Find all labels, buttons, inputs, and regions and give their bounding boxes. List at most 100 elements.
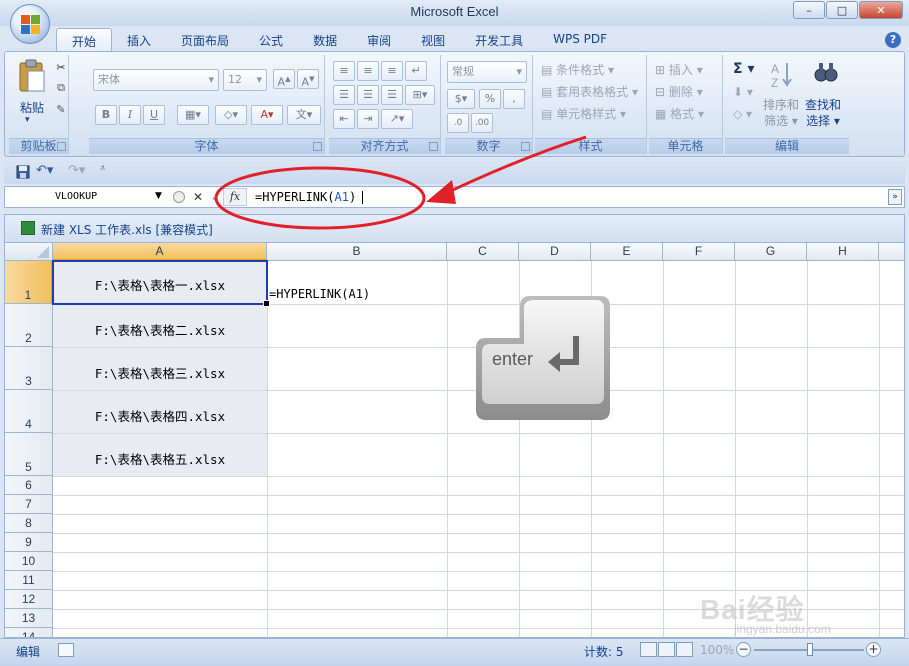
zoom-out-button[interactable]: − [736,642,751,657]
font-color-icon[interactable]: A▾ [251,105,283,125]
cell-a1[interactable]: F:\表格\表格一.xlsx [53,261,267,304]
align-center-icon[interactable]: ☰ [357,85,379,105]
cell-a3[interactable]: F:\表格\表格三.xlsx [53,347,267,390]
tab-page-layout[interactable]: 页面布局 [166,28,244,52]
insert-function-button[interactable]: fx [223,188,247,206]
fill-icon[interactable]: ⬇ ▾ [733,85,753,99]
number-launcher-icon[interactable] [521,142,530,151]
cell-styles-button[interactable]: ▤ 单元格样式 ▾ [541,105,626,122]
cell-b1[interactable]: =HYPERLINK(A1) [269,287,370,301]
office-button[interactable] [10,4,50,44]
italic-button[interactable]: I [119,105,141,125]
redo-icon[interactable]: ↷▾ [68,163,85,178]
cut-icon[interactable]: ✂ [53,61,69,77]
cancel-icon[interactable]: ✕ [193,190,203,204]
font-size-select[interactable]: 12 ▾ [223,69,267,91]
bold-button[interactable]: B [95,105,117,125]
align-right-icon[interactable]: ☰ [381,85,403,105]
row-header-4[interactable]: 4 [5,390,53,433]
row-header-11[interactable]: 11 [5,571,53,590]
comma-button[interactable]: , [503,89,525,109]
phonetic-icon[interactable]: 文▾ [287,105,321,125]
column-header-d[interactable]: D [519,243,591,261]
font-launcher-icon[interactable] [313,142,322,151]
decrease-decimal-button[interactable]: .00 [471,113,493,133]
orientation-icon[interactable]: ↗▾ [381,109,413,129]
row-header-10[interactable]: 10 [5,552,53,571]
clear-icon[interactable]: ◇ ▾ [733,107,752,121]
borders-icon[interactable]: ▦▾ [177,105,209,125]
decrease-indent-icon[interactable]: ⇤ [333,109,355,129]
conditional-format-button[interactable]: ▤ 条件格式 ▾ [541,61,614,78]
page-break-view-icon[interactable] [676,642,693,657]
underline-button[interactable]: U [143,105,165,125]
column-header-e[interactable]: E [591,243,663,261]
zoom-slider-thumb[interactable] [807,643,813,656]
alignment-launcher-icon[interactable] [429,142,438,151]
font-name-select[interactable]: 宋体 ▾ [93,69,219,91]
row-header-13[interactable]: 13 [5,609,53,628]
tab-wps-pdf[interactable]: WPS PDF [538,28,622,52]
customize-qat-icon[interactable]: ⩡ [100,163,106,174]
row-header-8[interactable]: 8 [5,514,53,533]
delete-cells-button[interactable]: ⊟ 删除 ▾ [655,83,703,100]
column-header-b[interactable]: B [267,243,447,261]
align-left-icon[interactable]: ☰ [333,85,355,105]
number-format-select[interactable]: 常规 ▾ [447,61,527,83]
format-cells-button[interactable]: ▦ 格式 ▾ [655,105,704,122]
insert-cells-button[interactable]: ⊞ 插入 ▾ [655,61,703,78]
macro-record-icon[interactable] [58,643,74,657]
clipboard-launcher-icon[interactable] [57,142,66,151]
row-header-12[interactable]: 12 [5,590,53,609]
row-header-7[interactable]: 7 [5,495,53,514]
tab-developer[interactable]: 开发工具 [460,28,538,52]
column-header-c[interactable]: C [447,243,519,261]
copy-icon[interactable]: ⧉ [53,81,69,97]
row-header-5[interactable]: 5 [5,433,53,476]
column-header-i[interactable] [879,243,904,261]
autosum-button[interactable]: Σ ▾ [733,61,754,77]
format-painter-icon[interactable]: ✎ [53,103,69,119]
name-box[interactable]: VLOOKUP [7,188,169,206]
worksheet-grid[interactable]: A B C D E F G H 1 2 3 4 5 6 7 8 9 10 11 … [4,242,905,638]
formula-options-icon[interactable] [173,191,185,203]
align-top-icon[interactable]: ≡ [333,61,355,81]
sort-filter-icon[interactable]: A Z [769,59,797,89]
tab-review[interactable]: 审阅 [352,28,406,52]
column-header-a[interactable]: A [53,243,267,261]
undo-icon[interactable]: ↶▾ [36,163,53,178]
enter-check-icon[interactable]: ✓ [211,190,221,204]
name-box-dropdown-icon[interactable]: ▼ [155,191,162,201]
row-header-1[interactable]: 1 [5,261,53,304]
wrap-text-icon[interactable]: ↵ [405,61,427,81]
format-as-table-button[interactable]: ▤ 套用表格格式 ▾ [541,83,638,100]
fill-color-icon[interactable]: ◇▾ [215,105,247,125]
normal-view-icon[interactable] [640,642,657,657]
row-header-9[interactable]: 9 [5,533,53,552]
formula-input[interactable]: =HYPERLINK(A1) [255,188,364,206]
cell-a4[interactable]: F:\表格\表格四.xlsx [53,390,267,433]
help-icon[interactable]: ? [885,32,901,48]
expand-formula-bar-button[interactable]: » [888,189,902,205]
save-icon[interactable] [16,165,30,179]
merge-center-icon[interactable]: ⊞▾ [405,85,435,105]
tab-formulas[interactable]: 公式 [244,28,298,52]
cell-a5[interactable]: F:\表格\表格五.xlsx [53,433,267,476]
row-header-6[interactable]: 6 [5,476,53,495]
paste-icon[interactable] [17,59,47,95]
paste-dropdown-icon[interactable]: ▾ [25,115,30,125]
select-all-button[interactable] [5,243,53,261]
find-select-icon[interactable] [813,61,839,87]
row-header-14[interactable]: 14 [5,628,53,637]
grow-font-icon[interactable]: A▲ [273,69,295,89]
currency-icon[interactable]: $▾ [447,89,475,109]
maximize-button[interactable]: □ [826,1,858,19]
minimize-button[interactable]: – [793,1,825,19]
increase-decimal-button[interactable]: .0 [447,113,469,133]
shrink-font-icon[interactable]: A▼ [297,69,319,89]
page-layout-view-icon[interactable] [658,642,675,657]
tab-home[interactable]: 开始 [56,28,113,52]
column-header-g[interactable]: G [735,243,807,261]
align-middle-icon[interactable]: ≡ [357,61,379,81]
cell-a2[interactable]: F:\表格\表格二.xlsx [53,304,267,347]
